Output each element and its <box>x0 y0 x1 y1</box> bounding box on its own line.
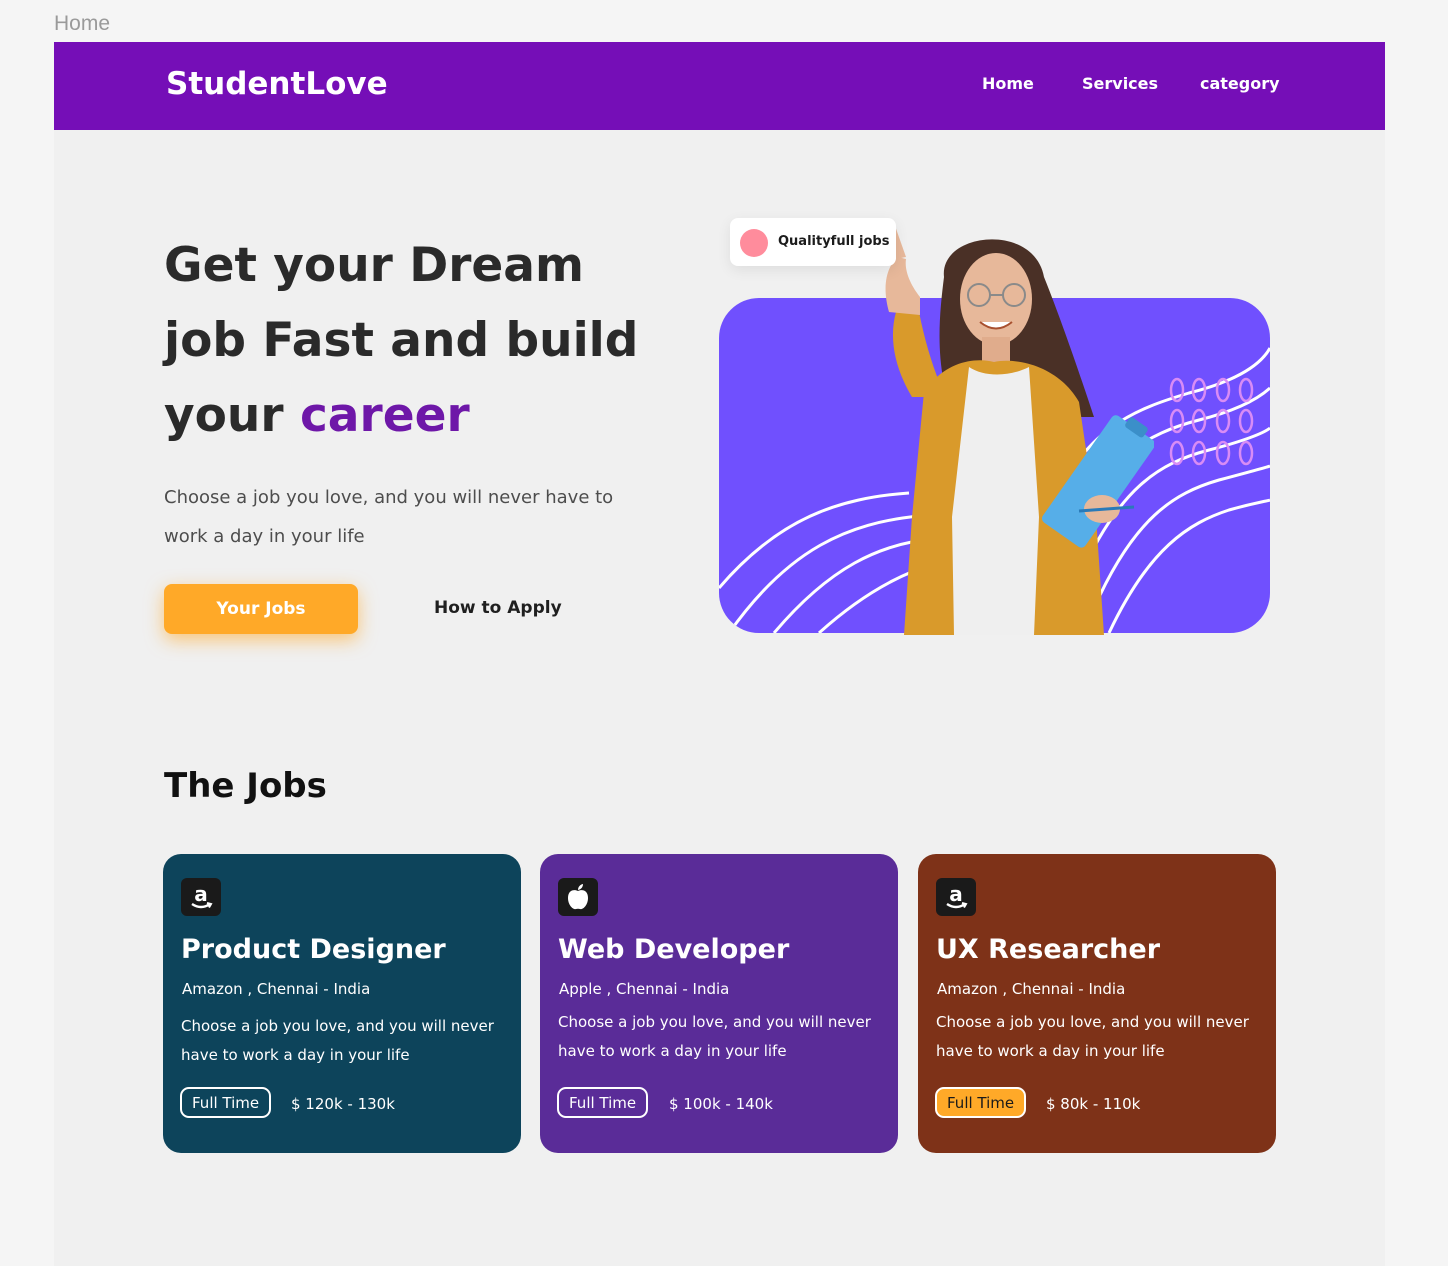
hero-title-line-2: job Fast and build <box>164 313 639 368</box>
svg-text:a: a <box>194 882 208 906</box>
how-to-apply-link[interactable]: How to Apply <box>434 598 562 618</box>
nav-link-services[interactable]: Services <box>1082 74 1158 93</box>
frame-label: Home <box>54 12 111 35</box>
woman-with-clipboard-image <box>885 223 1154 635</box>
job-type-tag[interactable]: Full Time <box>180 1087 272 1118</box>
hero-title-prefix: your <box>164 388 300 443</box>
hero-subtitle: Choose a job you love, and you will neve… <box>164 487 614 547</box>
job-type-tag[interactable]: Full Time <box>557 1087 649 1118</box>
job-title: UX Researcher <box>936 934 1161 965</box>
hero-title-line-3: your career <box>164 378 664 453</box>
dots-pattern <box>1169 377 1254 466</box>
hero-title-accent: career <box>299 388 470 443</box>
badge-dot-icon <box>740 229 768 257</box>
job-company: Apple , Chennai - India <box>559 980 730 998</box>
job-title: Web Developer <box>558 934 790 965</box>
amazon-logo-icon: a <box>936 878 976 916</box>
job-card[interactable]: a Product Designer Amazon , Chennai - In… <box>163 854 521 1153</box>
job-type-tag[interactable]: Full Time <box>935 1087 1027 1118</box>
page: StudentLove Home Services category Get y… <box>54 42 1385 1266</box>
job-card[interactable]: a UX Researcher Amazon , Chennai - India… <box>918 854 1276 1153</box>
qualityfull-jobs-badge: Qualityfull jobs <box>730 218 896 266</box>
badge-label: Qualityfull jobs <box>778 234 890 249</box>
section-title-jobs: The Jobs <box>164 766 327 806</box>
job-salary: $ 80k - 110k <box>1046 1095 1141 1113</box>
job-salary: $ 100k - 140k <box>669 1095 773 1113</box>
job-company: Amazon , Chennai - India <box>182 980 371 998</box>
job-salary: $ 120k - 130k <box>291 1095 395 1113</box>
job-company: Amazon , Chennai - India <box>937 980 1126 998</box>
nav-link-home[interactable]: Home <box>982 74 1034 93</box>
job-description: Choose a job you love, and you will neve… <box>558 1013 871 1060</box>
navbar: StudentLove Home Services category <box>54 42 1385 130</box>
amazon-logo-icon: a <box>181 878 221 916</box>
job-description: Choose a job you love, and you will neve… <box>181 1017 494 1064</box>
job-title: Product Designer <box>181 934 446 965</box>
job-description: Choose a job you love, and you will neve… <box>936 1013 1249 1060</box>
svg-text:a: a <box>949 882 963 906</box>
your-jobs-button[interactable]: Your Jobs <box>164 584 358 634</box>
job-card[interactable]: Web Developer Apple , Chennai - India Ch… <box>540 854 898 1153</box>
apple-logo-icon <box>558 878 598 916</box>
hero-title: Get your Dream job Fast and build your c… <box>164 228 664 453</box>
hero-title-line-1: Get your Dream <box>164 238 584 293</box>
nav-link-category[interactable]: category <box>1200 74 1280 93</box>
brand-logo[interactable]: StudentLove <box>166 66 388 102</box>
